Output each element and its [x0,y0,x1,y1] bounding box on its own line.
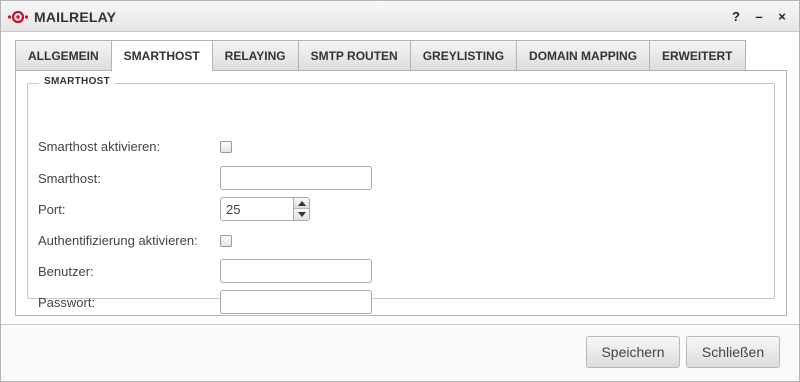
tab-allgemein[interactable]: ALLGEMEIN [15,40,111,71]
help-icon[interactable]: ? [729,9,743,24]
spin-down-icon[interactable] [294,209,309,220]
smarthost-host-label: Smarthost: [38,171,101,186]
close-button[interactable]: Schließen [686,336,780,368]
tab-bar: ALLGEMEIN SMARTHOST RELAYING SMTP ROUTEN… [15,40,746,72]
save-button[interactable]: Speichern [586,336,680,368]
tab-smarthost[interactable]: SMARTHOST [110,40,212,72]
app-logo-icon [7,10,29,24]
title-bar: MAILRELAY ? – × [1,1,799,32]
tab-smtp-routen[interactable]: SMTP ROUTEN [297,40,410,71]
mailrelay-dialog: MAILRELAY ? – × ALLGEMEIN SMARTHOST RELA… [0,0,800,382]
spin-up-icon[interactable] [294,198,309,209]
port-stepper [220,197,310,221]
tab-domain-mapping[interactable]: DOMAIN MAPPING [516,40,650,71]
smarthost-tab-content: SMARTHOST Smarthost aktivieren: Smarthos… [15,70,787,316]
tab-relaying[interactable]: RELAYING [211,40,298,71]
auth-enable-label: Authentifizierung aktivieren: [38,233,198,248]
smarthost-enable-label: Smarthost aktivieren: [38,139,161,154]
user-input[interactable] [220,259,372,283]
tab-greylisting[interactable]: GREYLISTING [409,40,517,71]
port-label: Port: [38,202,66,217]
user-label: Benutzer: [38,264,94,279]
minimize-icon[interactable]: – [752,9,766,24]
dialog-footer: Speichern Schließen [1,324,799,381]
port-input[interactable] [220,197,294,221]
smarthost-fieldset: SMARTHOST Smarthost aktivieren: Smarthos… [27,76,775,314]
password-label: Passwort: [38,295,96,310]
smarthost-enable-checkbox[interactable] [220,141,232,153]
fieldset-legend: SMARTHOST [39,76,116,87]
tab-erweitert[interactable]: ERWEITERT [649,40,746,71]
tab-panel: ALLGEMEIN SMARTHOST RELAYING SMTP ROUTEN… [15,40,787,316]
window-title: MAILRELAY [34,9,117,25]
auth-enable-checkbox[interactable] [220,235,232,247]
close-icon[interactable]: × [775,9,789,24]
port-spin-buttons [294,197,310,221]
smarthost-host-input[interactable] [220,166,372,190]
password-input[interactable] [220,290,372,314]
